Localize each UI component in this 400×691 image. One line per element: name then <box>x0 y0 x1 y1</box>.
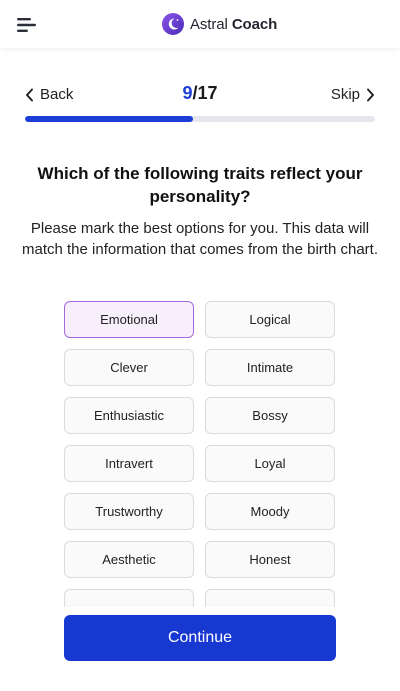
chevron-left-icon <box>26 88 33 101</box>
trait-option[interactable]: Clever <box>64 349 194 386</box>
step-total: 17 <box>197 83 218 103</box>
brand-name: Astral Coach <box>190 15 278 33</box>
trait-option[interactable]: Enthusiastic <box>64 397 194 434</box>
question-subtitle: Please mark the best options for you. Th… <box>22 220 378 258</box>
back-button[interactable]: Back <box>25 86 73 103</box>
trait-option[interactable]: Logical <box>205 301 335 338</box>
step-navigation: Back 9/17 Skip <box>25 83 375 106</box>
moon-logo-icon <box>162 13 184 35</box>
progress-fill <box>25 116 193 122</box>
trait-option[interactable] <box>205 589 335 607</box>
trait-option[interactable] <box>64 589 194 607</box>
brand-logo: Astral Coach <box>162 12 277 36</box>
top-bar: Astral Coach <box>0 0 400 48</box>
trait-option[interactable]: Emotional <box>64 301 194 338</box>
trait-option[interactable]: Honest <box>205 541 335 578</box>
question-title: Which of the following traits reflect yo… <box>37 164 363 206</box>
trait-option[interactable]: Bossy <box>205 397 335 434</box>
trait-option[interactable]: Loyal <box>205 445 335 482</box>
menu-icon[interactable] <box>17 17 37 33</box>
trait-option[interactable]: Aesthetic <box>64 541 194 578</box>
step-separator: / <box>192 83 198 103</box>
step-counter: 9/17 <box>25 83 375 104</box>
skip-label: Skip <box>330 86 360 103</box>
continue-button[interactable]: Continue <box>64 615 336 661</box>
trait-option[interactable]: Moody <box>205 493 335 530</box>
progress-bar <box>25 116 375 122</box>
trait-option[interactable]: Intimate <box>205 349 335 386</box>
skip-button[interactable]: Skip <box>331 86 375 103</box>
trait-option[interactable]: Intravert <box>64 445 194 482</box>
trait-option[interactable]: Trustworthy <box>64 493 194 530</box>
back-label: Back <box>40 86 74 103</box>
chevron-right-icon <box>367 88 374 101</box>
trait-options: Emotional Logical Clever Intimate Enthusiast… <box>64 301 336 607</box>
step-current: 9 <box>182 83 193 103</box>
